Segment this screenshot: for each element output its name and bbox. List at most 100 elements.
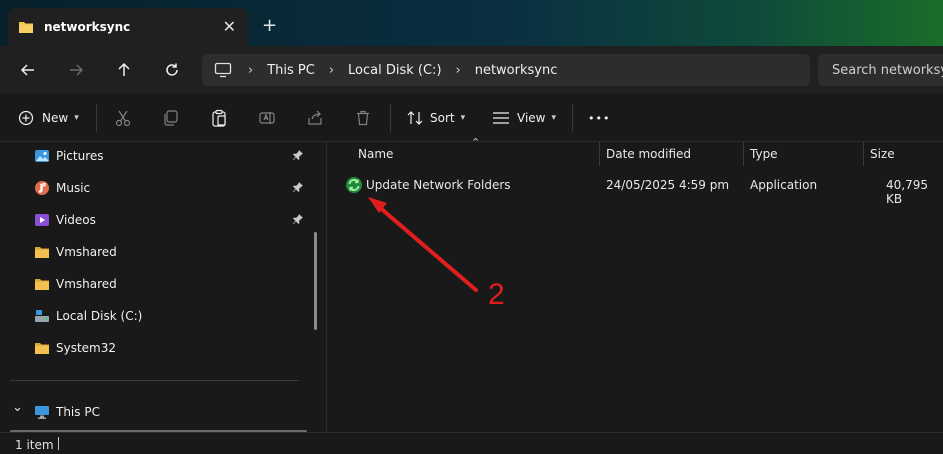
sidebar-item-music[interactable]: Music — [0, 174, 310, 202]
breadcrumb-this-pc[interactable]: This PC — [267, 63, 315, 78]
paste-button[interactable] — [210, 106, 228, 130]
more-options-button[interactable]: ••• — [588, 106, 610, 130]
column-separator[interactable] — [743, 142, 744, 166]
sidebar-item-label: This PC — [56, 405, 100, 419]
folder-icon — [35, 279, 49, 290]
sidebar-item-label: Pictures — [56, 149, 104, 163]
annotation-label: 2 — [488, 278, 505, 311]
sidebar-item-label: Vmshared — [56, 277, 117, 291]
view-label: View — [517, 111, 546, 125]
breadcrumb-separator[interactable]: › — [329, 63, 334, 78]
refresh-icon — [166, 63, 178, 76]
share-icon — [308, 110, 322, 125]
title-bar: networksync ✕ + — [0, 0, 943, 46]
chevron-down-icon: ▾ — [551, 113, 557, 123]
sidebar-item-this-pc[interactable]: ⌄ This PC — [0, 398, 310, 426]
clipboard-icon — [212, 109, 226, 127]
sidebar-item-label: Local Disk (C:) — [56, 309, 143, 323]
sidebar-item-pictures[interactable]: Pictures — [0, 142, 310, 170]
close-tab-icon[interactable]: ✕ — [223, 17, 236, 36]
sort-label: Sort — [430, 111, 455, 125]
sync-app-icon — [346, 177, 362, 193]
sidebar-item-label: Music — [56, 181, 91, 195]
tab-title: networksync — [44, 20, 131, 34]
breadcrumb-networksync[interactable]: networksync — [475, 63, 558, 78]
sidebar-item-vmshared[interactable]: Vmshared — [0, 238, 310, 266]
music-icon — [35, 181, 49, 195]
sidebar-item-label: System32 — [56, 341, 117, 355]
column-separator[interactable] — [863, 142, 864, 166]
file-list: ⌃ Name Date modified Type Size Update Ne… — [327, 136, 943, 432]
new-button[interactable]: New ▾ — [18, 106, 79, 130]
arrow-right-icon — [70, 64, 84, 76]
copy-icon — [164, 110, 178, 126]
rename-icon — [259, 112, 275, 124]
toolbar-divider — [96, 104, 97, 132]
pin-icon[interactable] — [292, 181, 304, 193]
drive-icon — [35, 310, 49, 322]
tab-networksync[interactable]: networksync ✕ — [8, 8, 248, 46]
sidebar-item-label: Videos — [56, 213, 96, 227]
chevron-down-icon[interactable]: ⌄ — [12, 400, 23, 415]
status-divider — [58, 437, 59, 450]
column-header-size[interactable]: Size — [870, 147, 895, 161]
forward-button[interactable] — [64, 58, 88, 82]
monitor-icon — [214, 62, 232, 78]
column-separator[interactable] — [599, 142, 600, 166]
sort-button[interactable]: Sort ▾ — [406, 106, 465, 130]
sidebar-item-label: Vmshared — [56, 245, 117, 259]
file-name[interactable]: Update Network Folders — [366, 178, 511, 192]
plus-circle-icon — [18, 110, 34, 126]
navigation-bar: › This PC › Local Disk (C:) › networksyn… — [0, 46, 943, 94]
sidebar-vertical-scrollbar[interactable] — [314, 232, 317, 330]
chevron-down-icon: ▾ — [74, 113, 79, 123]
breadcrumb-separator[interactable]: › — [456, 63, 461, 78]
sidebar-item-local-disk[interactable]: Local Disk (C:) — [0, 302, 310, 330]
address-bar[interactable]: › This PC › Local Disk (C:) › networksyn… — [202, 54, 810, 86]
folder-icon — [19, 22, 33, 33]
sidebar-divider — [10, 380, 299, 381]
pin-icon[interactable] — [292, 149, 304, 161]
toolbar-divider — [390, 104, 391, 132]
delete-button[interactable] — [354, 106, 372, 130]
new-label: New — [42, 111, 69, 125]
sidebar-item-vmshared[interactable]: Vmshared — [0, 270, 310, 298]
trash-icon — [357, 110, 369, 126]
arrow-left-icon — [20, 64, 34, 76]
view-list-icon — [493, 112, 509, 124]
folder-icon — [35, 343, 49, 354]
cut-button[interactable] — [114, 106, 132, 130]
breadcrumb-separator[interactable]: › — [248, 63, 253, 78]
toolbar-divider — [572, 104, 573, 132]
sidebar-item-videos[interactable]: Videos — [0, 206, 310, 234]
scissors-icon — [115, 110, 131, 127]
command-bar: New ▾ Sort ▾ View ▾ ••• — [0, 94, 943, 142]
breadcrumb-local-disk[interactable]: Local Disk (C:) — [348, 63, 441, 78]
new-tab-button[interactable]: + — [262, 15, 277, 36]
file-size: 40,795 KB — [886, 178, 928, 206]
view-button[interactable]: View ▾ — [492, 106, 556, 130]
sort-ascending-icon: ⌃ — [471, 136, 481, 149]
file-date-modified: 24/05/2025 4:59 pm — [606, 178, 730, 192]
sidebar-item-system32[interactable]: System32 — [0, 334, 310, 362]
share-button[interactable] — [306, 106, 324, 130]
column-header-date-modified[interactable]: Date modified — [606, 147, 691, 161]
back-button[interactable] — [16, 58, 40, 82]
copy-button[interactable] — [162, 106, 180, 130]
column-header-type[interactable]: Type — [750, 147, 778, 161]
this-pc-icon — [35, 406, 49, 419]
table-row[interactable]: Update Network Folders 24/05/2025 4:59 p… — [327, 172, 943, 206]
search-input[interactable]: Search networksync — [818, 54, 943, 86]
refresh-button[interactable] — [160, 58, 184, 82]
sort-icon — [407, 111, 423, 125]
status-bar: 1 item — [0, 432, 943, 454]
search-placeholder: Search networksync — [832, 62, 943, 78]
folder-icon — [35, 247, 49, 258]
column-header-name[interactable]: Name — [358, 147, 393, 161]
rename-button[interactable] — [258, 106, 276, 130]
videos-icon — [35, 214, 49, 226]
arrow-up-icon — [118, 62, 130, 76]
navigation-pane: Pictures Music Videos Vmshared Vmshared … — [0, 142, 326, 433]
up-button[interactable] — [112, 58, 136, 82]
pin-icon[interactable] — [292, 213, 304, 225]
